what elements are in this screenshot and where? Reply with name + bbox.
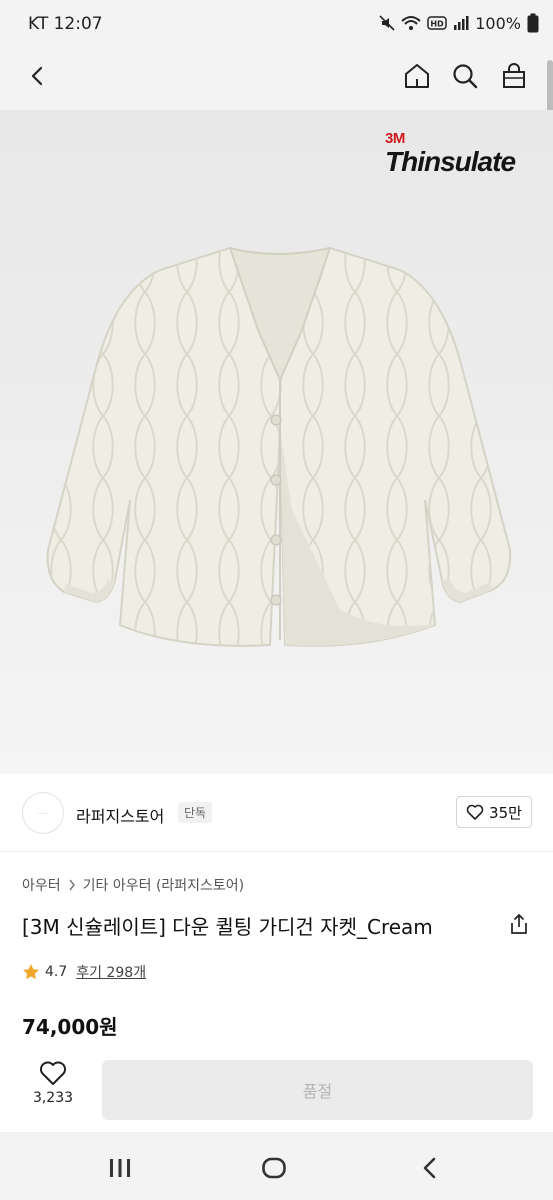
store-name[interactable]: 라퍼지스토어 — [76, 803, 164, 827]
system-back-button[interactable] — [410, 1148, 450, 1188]
store-like-count: 35만 — [489, 803, 522, 822]
cart-button[interactable] — [494, 56, 534, 96]
home-button[interactable] — [397, 56, 437, 96]
search-icon — [453, 64, 478, 89]
product-price: 74,000원 — [22, 1015, 118, 1039]
store-row[interactable]: ····· 라퍼지스토어 단독 35만 — [0, 774, 553, 852]
jacket-image — [46, 246, 512, 647]
breadcrumb-category[interactable]: 아우터 — [22, 875, 61, 895]
chevron-right-icon — [69, 879, 75, 891]
recent-apps-icon — [110, 1159, 130, 1177]
store-like-button[interactable]: 35만 — [456, 796, 532, 828]
app-bar — [0, 50, 553, 110]
back-button[interactable] — [18, 56, 58, 96]
shopping-bag-icon — [503, 63, 525, 88]
exclusive-badge: 단독 — [178, 802, 213, 823]
status-bar: KT 12:07 HD 100% — [0, 0, 553, 50]
system-home-button[interactable] — [254, 1148, 294, 1188]
product-title: [3M 신슐레이트] 다운 퀼팅 가디건 자켓_Cream — [22, 915, 433, 939]
product-image[interactable]: 3M Thinsulate — [0, 110, 553, 774]
search-button[interactable] — [445, 56, 485, 96]
home-icon — [405, 64, 429, 88]
signal-icon — [454, 16, 469, 30]
system-nav-bar — [0, 1132, 553, 1200]
store-avatar[interactable]: ····· — [22, 792, 64, 834]
star-icon — [23, 964, 39, 980]
product-like-count: 3,233 — [32, 1090, 74, 1106]
breadcrumb-subcategory[interactable]: 기타 아우터 (라퍼지스토어) — [83, 875, 245, 895]
heart-outline-icon — [466, 804, 484, 820]
battery-percent: 100% — [475, 13, 521, 33]
rating-value: 4.7 — [45, 964, 68, 980]
status-icons: HD 100% — [379, 13, 539, 33]
review-link[interactable]: 후기 298개 — [76, 962, 146, 982]
product-like-button[interactable]: 3,233 — [20, 1060, 86, 1120]
breadcrumb: 아우터 기타 아우터 (라퍼지스토어) — [22, 875, 244, 895]
heart-outline-icon — [40, 1061, 66, 1085]
brand-name: Thinsulate — [385, 146, 516, 177]
share-icon — [511, 913, 527, 934]
carrier-time: KT 12:07 — [28, 14, 103, 34]
battery-icon — [527, 13, 539, 33]
recent-apps-button[interactable] — [100, 1148, 140, 1188]
svg-text:HD: HD — [431, 20, 445, 29]
mute-icon — [379, 15, 395, 31]
wifi-icon — [401, 16, 421, 30]
thinsulate-logo: 3M Thinsulate — [385, 130, 516, 177]
back-chevron-icon — [423, 1157, 436, 1179]
brand-mark: 3M — [385, 130, 405, 147]
store-logo-text: ····· — [37, 810, 49, 816]
soldout-button[interactable]: 품절 — [102, 1060, 533, 1120]
share-button[interactable] — [506, 911, 532, 937]
purchase-bar: 3,233 품절 — [0, 1040, 553, 1132]
rating-row: 4.7 후기 298개 — [22, 962, 146, 982]
home-circle-icon — [262, 1157, 286, 1179]
hd-icon: HD — [427, 16, 447, 30]
back-arrow-icon — [31, 66, 43, 86]
